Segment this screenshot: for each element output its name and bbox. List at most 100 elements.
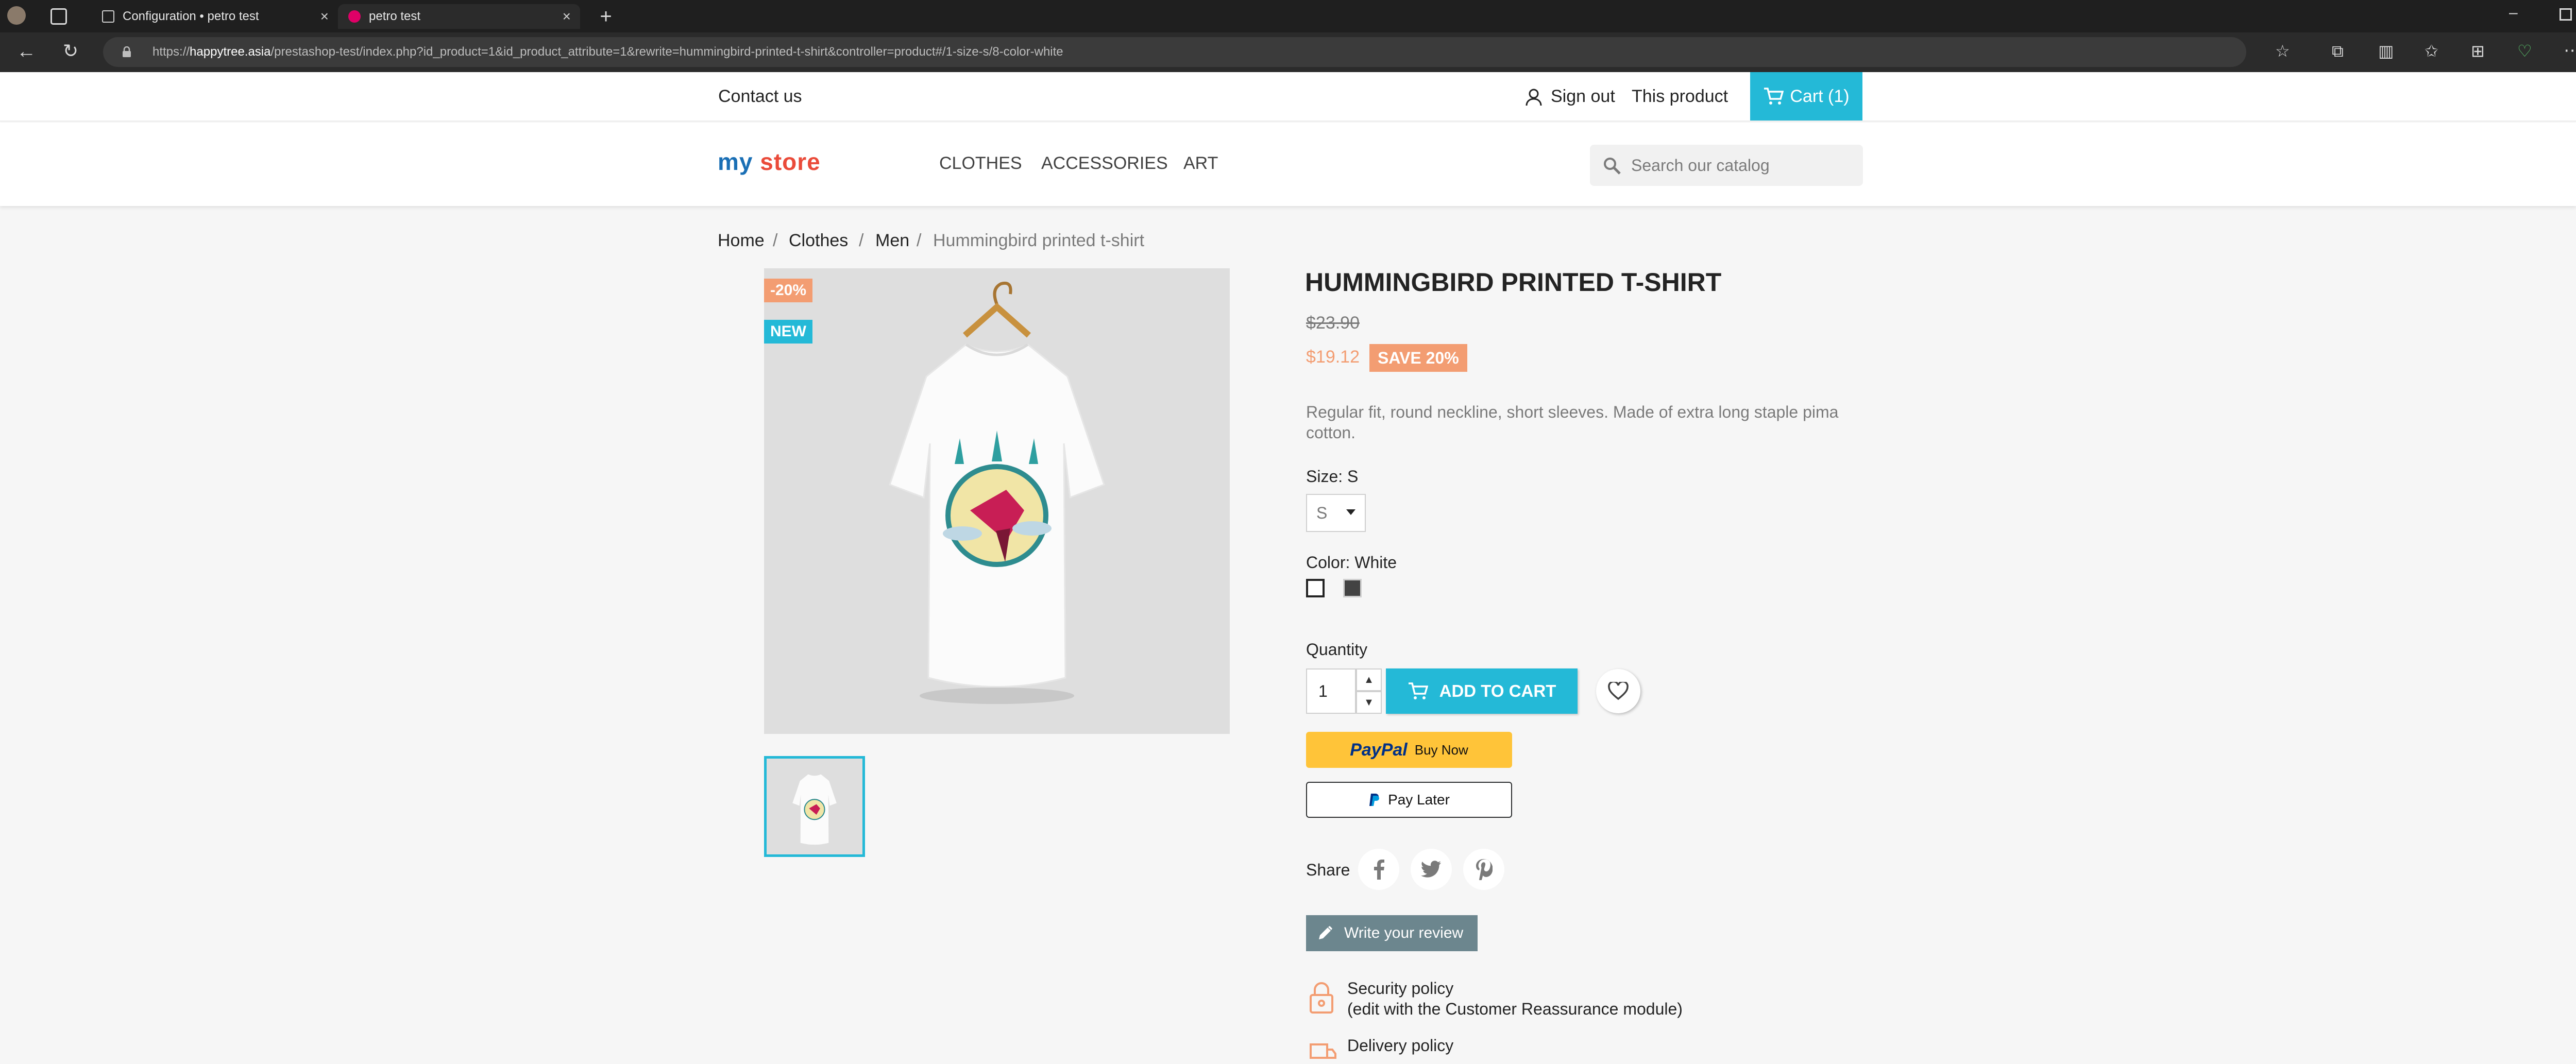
address-bar[interactable]: https://happytree.asia/prestashop-test/i… [103, 37, 2246, 67]
back-icon[interactable]: ← [16, 42, 36, 61]
size-value: S [1316, 503, 1328, 522]
current-price: $19.12 [1306, 347, 1360, 367]
tab-configuration[interactable]: Configuration • petro test × [92, 4, 338, 29]
breadcrumb-clothes[interactable]: Clothes [789, 231, 848, 251]
close-icon[interactable]: × [563, 8, 571, 25]
contact-link[interactable]: Contact us [718, 87, 802, 107]
search-placeholder: Search our catalog [1631, 156, 1770, 175]
this-product-link[interactable]: This product [1632, 87, 1728, 107]
breadcrumb-current: Hummingbird printed t-shirt [933, 231, 1145, 250]
new-flag: NEW [764, 320, 812, 344]
write-review-label: Write your review [1344, 924, 1464, 941]
browser-tab-bar: Configuration • petro test × petro test … [0, 0, 2576, 32]
color-swatch-black[interactable] [1343, 579, 1362, 597]
breadcrumb-separator: / [859, 231, 864, 250]
web-page [0, 72, 2576, 1064]
color-label: Color: White [1306, 553, 1397, 572]
store-logo[interactable]: my store [718, 148, 821, 176]
url-scheme: https:// [152, 45, 190, 59]
favorites-icon[interactable]: ✩ [2425, 43, 2438, 59]
new-tab-icon[interactable]: + [597, 6, 615, 27]
twitter-share-button[interactable] [1411, 849, 1452, 890]
breadcrumb-separator: / [773, 231, 778, 250]
more-icon[interactable]: ⋯ [2564, 42, 2576, 59]
cart-label: Cart (1) [1790, 86, 1850, 106]
logo-store: store [760, 148, 821, 175]
lock-icon[interactable] [122, 46, 132, 58]
paypal-buy-now-button[interactable]: PayPal Buy Now [1306, 732, 1512, 768]
facebook-icon [1374, 860, 1384, 880]
color-swatch-white[interactable] [1306, 579, 1325, 597]
quantity-input[interactable]: 1 [1306, 668, 1356, 714]
size-select[interactable]: S [1306, 494, 1366, 532]
search-input[interactable]: Search our catalog [1590, 145, 1863, 186]
tab-title: Configuration • petro test [123, 9, 259, 23]
close-icon[interactable]: × [320, 8, 329, 25]
quantity-value: 1 [1318, 681, 1328, 700]
delivery-policy-title: Delivery policy [1347, 1036, 1454, 1055]
user-icon [1526, 89, 1542, 106]
breadcrumb-separator: / [917, 231, 922, 250]
header-nav [0, 123, 2576, 206]
product-description: Regular fit, round neckline, short sleev… [1306, 403, 1839, 442]
add-to-cart-label: ADD TO CART [1439, 681, 1556, 700]
url-path: /prestashop-test/index.php?id_product=1&… [270, 45, 1063, 59]
product-image[interactable] [764, 268, 1230, 734]
tshirt-image [889, 282, 1105, 704]
favorite-star-icon[interactable]: ☆ [2275, 43, 2290, 59]
tshirt-thumbnail [792, 774, 837, 845]
regular-price: $23.90 [1306, 313, 1360, 333]
menu-accessories[interactable]: ACCESSORIES [1041, 153, 1168, 174]
quantity-increase-button[interactable]: ▲ [1356, 668, 1382, 691]
write-review-button[interactable]: Write your review [1306, 915, 1478, 951]
twitter-icon [1421, 861, 1441, 878]
product-thumbnail[interactable] [764, 756, 865, 857]
header-top [0, 72, 2576, 122]
share-label: Share [1306, 861, 1350, 879]
refresh-icon[interactable]: ↻ [63, 42, 78, 60]
browser-essentials-icon[interactable]: ♡ [2517, 43, 2532, 59]
quantity-decrease-button[interactable]: ▼ [1356, 691, 1382, 714]
wishlist-button[interactable] [1596, 669, 1640, 713]
breadcrumb-home[interactable]: Home [718, 231, 765, 251]
url-host: happytree.asia [190, 45, 271, 59]
minimize-icon[interactable]: – [2509, 5, 2518, 21]
breadcrumb-men[interactable]: Men [875, 231, 909, 251]
product-title: HUMMINGBIRD PRINTED T-SHIRT [1305, 268, 1722, 297]
cart-button[interactable]: Cart (1) [1750, 72, 1862, 121]
size-label: Size: S [1306, 467, 1359, 486]
quantity-label: Quantity [1306, 640, 1368, 659]
security-lock-icon [1310, 982, 1333, 1014]
logo-my: my [718, 148, 753, 175]
security-policy-note: (edit with the Customer Reassurance modu… [1347, 1000, 1683, 1018]
cart-icon [1764, 88, 1784, 105]
restore-icon[interactable] [2560, 8, 2572, 21]
delivery-truck-icon [1310, 1043, 1336, 1059]
cart-icon [1408, 682, 1428, 699]
site-icon [348, 10, 361, 23]
extensions-icon[interactable]: ⧉ [2332, 43, 2344, 59]
pay-later-button[interactable]: Pay Later [1306, 782, 1512, 818]
tab-title: petro test [369, 9, 421, 23]
discount-flag: -20% [764, 279, 813, 302]
search-icon [1604, 158, 1621, 175]
add-to-cart-button[interactable]: ADD TO CART [1386, 668, 1578, 714]
sign-out-link[interactable]: Sign out [1551, 87, 1615, 107]
security-policy-title: Security policy [1347, 979, 1454, 998]
pencil-icon [1319, 926, 1332, 939]
heart-icon [1608, 682, 1629, 700]
menu-art[interactable]: ART [1183, 153, 1218, 174]
paypal-buy-label: Buy Now [1414, 742, 1468, 758]
tab-petro-test[interactable]: petro test × [338, 4, 580, 29]
facebook-share-button[interactable] [1358, 849, 1399, 890]
split-screen-icon[interactable]: ▥ [2378, 43, 2394, 59]
menu-clothes[interactable]: CLOTHES [939, 153, 1022, 174]
profile-avatar[interactable] [7, 6, 26, 25]
discount-badge: SAVE 20% [1369, 344, 1467, 372]
chevron-down-icon [1346, 509, 1355, 515]
pinterest-share-button[interactable] [1463, 849, 1504, 890]
tab-actions-icon[interactable] [50, 8, 67, 25]
page-icon [102, 10, 114, 23]
collections-icon[interactable]: ⊞ [2471, 43, 2485, 59]
pinterest-icon [1476, 859, 1493, 880]
